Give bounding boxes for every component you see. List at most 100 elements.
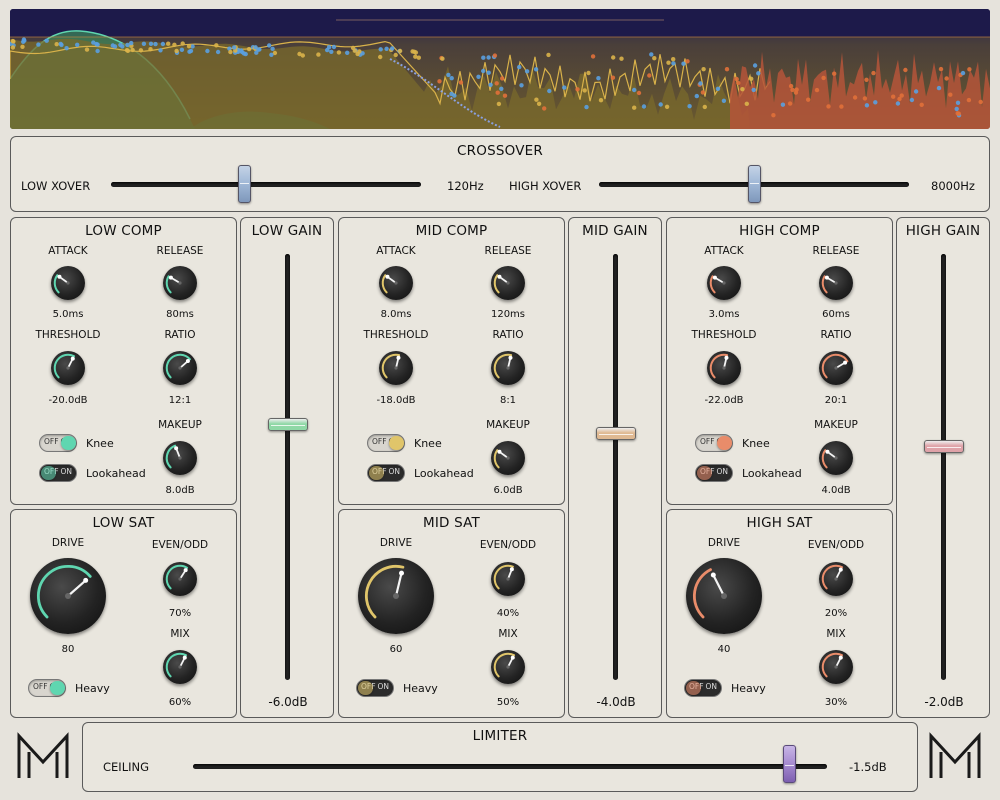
- mid-release-value: 120ms: [490, 309, 526, 320]
- mid-knee-toggle-thumb: [389, 436, 404, 450]
- mid-threshold-knob[interactable]: [379, 351, 413, 385]
- high-heavy-toggle[interactable]: OFF ON: [684, 679, 722, 697]
- high-gain-panel: HIGH GAIN -2.0dB: [896, 217, 990, 718]
- high-ratio-knob[interactable]: [819, 351, 853, 385]
- high-gain-value: -2.0dB: [924, 695, 964, 709]
- mid-attack-knob[interactable]: [379, 266, 413, 300]
- ceiling-value: -1.5dB: [849, 760, 887, 774]
- low-heavy-toggle[interactable]: OFF ON: [28, 679, 66, 697]
- high-gain-thumb[interactable]: [924, 439, 964, 453]
- low-attack-knob[interactable]: [51, 266, 85, 300]
- mid-mix-knob[interactable]: [491, 650, 525, 684]
- high-lookahead-label: Lookahead: [742, 467, 802, 480]
- high-knee-toggle[interactable]: OFF ON: [695, 434, 733, 452]
- low-lookahead-toggle[interactable]: OFF ON: [39, 464, 77, 482]
- low-gain-thumb[interactable]: [268, 418, 308, 432]
- low-makeup-knob[interactable]: [163, 441, 197, 475]
- high-sat-title: HIGH SAT: [746, 515, 813, 531]
- low-heavy-label: Heavy: [75, 682, 110, 695]
- low-drive-knob[interactable]: [30, 558, 106, 634]
- mid-lookahead-toggle-thumb: [369, 466, 384, 480]
- mid-makeup-knob[interactable]: [491, 441, 525, 475]
- mid-gain-track[interactable]: [613, 254, 618, 680]
- high-attack-value: 3.0ms: [708, 309, 740, 320]
- mid-drive-label: DRIVE: [379, 537, 413, 549]
- logo-right: [928, 732, 982, 782]
- crossover-panel: CROSSOVER LOW XOVER 120Hz HIGH XOVER 800…: [10, 136, 990, 212]
- mid-evenodd-knob[interactable]: [491, 562, 525, 596]
- high-mix-value: 30%: [824, 697, 848, 708]
- high-lookahead-toggle[interactable]: OFF ON: [695, 464, 733, 482]
- high-threshold-knob[interactable]: [707, 351, 741, 385]
- limiter-panel: LIMITER CEILING -1.5dB: [82, 722, 918, 792]
- mid-lookahead-toggle[interactable]: OFF ON: [367, 464, 405, 482]
- crossover-title: CROSSOVER: [457, 143, 543, 159]
- low-gain-title: LOW GAIN: [251, 223, 323, 239]
- high-makeup-knob[interactable]: [819, 441, 853, 475]
- spectrum-display: [10, 9, 990, 129]
- high-ratio-value: 20:1: [824, 395, 848, 406]
- high-sat-panel: HIGH SAT DRIVE 40 EVEN/ODD 20% MIX 30% O…: [666, 509, 893, 718]
- low-mix-knob[interactable]: [163, 650, 197, 684]
- mid-lookahead-toggle-on-text: ON: [388, 467, 400, 476]
- high-evenodd-value: 20%: [824, 608, 848, 619]
- mid-ratio-knob[interactable]: [491, 351, 525, 385]
- m-logo-icon: [17, 732, 69, 778]
- high-attack-label: ATTACK: [704, 245, 744, 257]
- high-knee-toggle-thumb: [717, 436, 732, 450]
- high-knee-toggle-off-text: OFF: [700, 437, 715, 446]
- low-xover-label: LOW XOVER: [21, 179, 91, 193]
- low-xover-thumb[interactable]: [238, 165, 252, 203]
- mid-drive-knob[interactable]: [358, 558, 434, 634]
- low-xover-track[interactable]: [111, 182, 421, 187]
- low-knee-toggle[interactable]: OFF ON: [39, 434, 77, 452]
- mid-ratio-label: RATIO: [492, 329, 524, 341]
- m-logo-icon: [929, 732, 981, 778]
- high-mix-knob[interactable]: [819, 650, 853, 684]
- high-knee-label: Knee: [742, 437, 770, 450]
- high-gain-track[interactable]: [941, 254, 946, 680]
- low-release-knob[interactable]: [163, 266, 197, 300]
- high-ratio-label: RATIO: [820, 329, 852, 341]
- high-comp-panel: HIGH COMP ATTACK 3.0ms RELEASE 60ms THRE…: [666, 217, 893, 505]
- low-ratio-knob[interactable]: [163, 351, 197, 385]
- lowx-thumb-grip: [240, 183, 250, 184]
- ceiling-thumb[interactable]: [782, 745, 796, 783]
- mid-heavy-toggle[interactable]: OFF ON: [356, 679, 394, 697]
- mid-release-knob[interactable]: [491, 266, 525, 300]
- high-makeup-value: 4.0dB: [821, 485, 851, 496]
- mid-knee-toggle[interactable]: OFF ON: [367, 434, 405, 452]
- logo-left: [16, 732, 70, 782]
- ceiling-track[interactable]: [193, 764, 827, 769]
- high-drive-label: DRIVE: [707, 537, 741, 549]
- high-xover-thumb[interactable]: [748, 165, 761, 203]
- low-lookahead-label: Lookahead: [86, 467, 146, 480]
- low-drive-value: 80: [61, 644, 75, 655]
- high-attack-knob[interactable]: [707, 266, 741, 300]
- low-evenodd-knob[interactable]: [163, 562, 197, 596]
- mid-gain-thumb[interactable]: [596, 426, 636, 440]
- low-lookahead-toggle-thumb: [41, 466, 56, 480]
- high-drive-knob[interactable]: [686, 558, 762, 634]
- mid-gain-panel: MID GAIN -4.0dB: [568, 217, 662, 718]
- low-threshold-knob[interactable]: [51, 351, 85, 385]
- mid-threshold-label: THRESHOLD: [363, 329, 429, 341]
- mid-comp-title: MID COMP: [415, 223, 488, 239]
- high-xover-value: 8000Hz: [931, 179, 975, 193]
- mid-attack-label: ATTACK: [376, 245, 416, 257]
- low-heavy-toggle-thumb: [50, 681, 65, 695]
- high-release-knob[interactable]: [819, 266, 853, 300]
- high-heavy-toggle-thumb: [686, 681, 701, 695]
- low-gain-track[interactable]: [285, 254, 290, 680]
- high-drive-value: 40: [717, 644, 731, 655]
- mid-sat-title: MID SAT: [423, 515, 480, 531]
- high-threshold-label: THRESHOLD: [691, 329, 757, 341]
- low-drive-label: DRIVE: [51, 537, 85, 549]
- low-knee-toggle-thumb: [61, 436, 76, 450]
- low-sat-panel: LOW SAT DRIVE 80 EVEN/ODD 70% MIX 60% OF…: [10, 509, 237, 718]
- mid-heavy-toggle-on-text: ON: [377, 682, 389, 691]
- low-attack-label: ATTACK: [48, 245, 88, 257]
- high-threshold-value: -22.0dB: [704, 395, 744, 406]
- high-heavy-toggle-on-text: ON: [705, 682, 717, 691]
- high-evenodd-knob[interactable]: [819, 562, 853, 596]
